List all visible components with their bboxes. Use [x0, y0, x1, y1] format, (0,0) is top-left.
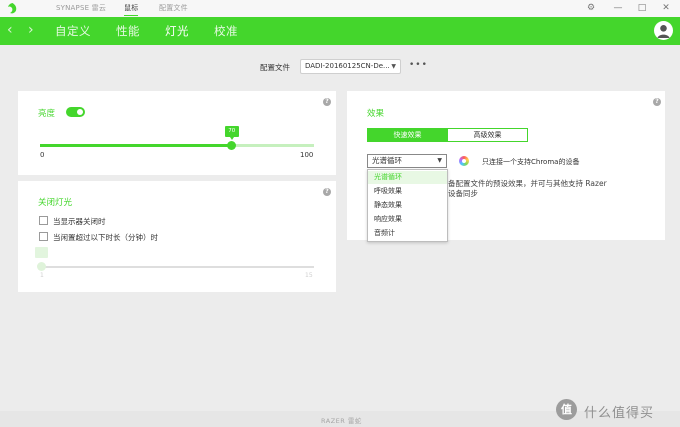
minimize-button[interactable]: — [612, 2, 624, 14]
brightness-value-tooltip: 70 [224, 126, 239, 140]
effects-title: 效果 [367, 109, 385, 119]
profile-select[interactable]: DADI-20160125CN-De... ▼ [300, 59, 401, 74]
idle-checkbox[interactable] [39, 232, 48, 241]
watermark-text: 什么值得买 [584, 406, 655, 421]
idle-slider-thumb [37, 262, 46, 271]
effect-dropdown-menu: 光谱循环 呼吸效果 静态效果 响应效果 音频计 [367, 169, 448, 242]
brightness-title: 亮度 [38, 109, 56, 119]
idle-slider-track [41, 266, 314, 268]
back-arrow-icon[interactable]: ‹ [7, 22, 13, 38]
lights-off-help-icon[interactable]: ? [323, 188, 331, 196]
title-bar: SYNAPSE 雷云 鼠标 配置文件 ⚙ — □ ✕ [0, 0, 680, 17]
nav-bar: ‹ › 自定义 性能 灯光 校准 [0, 17, 680, 45]
effect-description-line: 设备同步 [448, 189, 478, 198]
brightness-toggle[interactable] [66, 107, 85, 117]
dropdown-item-breathing[interactable]: 呼吸效果 [368, 185, 447, 198]
advanced-effects-tab[interactable]: 高级效果 [447, 128, 528, 142]
brightness-min-label: 0 [40, 151, 45, 159]
effect-select-value: 光谱循环 [372, 156, 402, 165]
idle-value-tooltip [35, 247, 48, 258]
chevron-down-icon: ▼ [391, 63, 396, 70]
tab-lighting[interactable]: 灯光 [165, 23, 189, 39]
display-off-checkbox[interactable] [39, 216, 48, 225]
idle-max-label: 15 [305, 272, 313, 279]
effects-help-icon[interactable]: ? [653, 98, 661, 106]
brightness-slider-fill [40, 144, 232, 147]
tab-profiles[interactable]: 配置文件 [159, 3, 188, 13]
profile-label: 配置文件 [260, 63, 290, 72]
chroma-note: 只连接一个支持Chroma的设备 [482, 158, 580, 166]
razer-logo-icon [8, 3, 17, 14]
brightness-max-label: 100 [300, 151, 314, 159]
tab-mouse[interactable]: 鼠标 [124, 3, 139, 16]
dropdown-item-static[interactable]: 静态效果 [368, 199, 447, 212]
watermark-icon: 值 [556, 399, 577, 420]
tab-synapse[interactable]: SYNAPSE 雷云 [56, 3, 106, 13]
display-off-label: 当显示器关闭时 [53, 217, 106, 226]
effect-description: 备配置文件的预设效果，并可与其他支持 Razer 设备同步 [448, 179, 618, 199]
more-options-icon[interactable]: ••• [409, 60, 428, 70]
chevron-down-icon: ▼ [437, 157, 442, 164]
brightness-help-icon[interactable]: ? [323, 98, 331, 106]
tab-calibration[interactable]: 校准 [214, 23, 238, 39]
footer-brand: RAZER 雷蛇 [321, 417, 362, 425]
dropdown-item-audio-meter[interactable]: 音频计 [368, 227, 447, 240]
quick-effects-tab[interactable]: 快速效果 [367, 128, 448, 142]
close-button[interactable]: ✕ [660, 2, 672, 14]
dropdown-item-reactive[interactable]: 响应效果 [368, 213, 447, 226]
lights-off-title: 关闭灯光 [38, 198, 73, 208]
dropdown-item-spectrum-cycling[interactable]: 光谱循环 [368, 171, 447, 184]
idle-min-label: 1 [40, 272, 44, 279]
effect-select[interactable]: 光谱循环 ▼ [367, 154, 447, 168]
idle-label: 当闲置超过以下时长（分钟）时 [53, 233, 158, 242]
settings-gear-icon[interactable]: ⚙ [585, 2, 597, 14]
effect-description-line: 备配置文件的预设效果，并可与其他支持 Razer [448, 179, 607, 188]
maximize-button[interactable]: □ [636, 2, 648, 14]
profile-select-value: DADI-20160125CN-De... [305, 62, 390, 70]
chroma-icon [459, 156, 469, 166]
forward-arrow-icon[interactable]: › [28, 22, 34, 38]
user-avatar-icon[interactable] [654, 21, 673, 40]
tab-customize[interactable]: 自定义 [55, 23, 91, 39]
brightness-panel [18, 91, 336, 175]
tab-performance[interactable]: 性能 [116, 23, 140, 39]
